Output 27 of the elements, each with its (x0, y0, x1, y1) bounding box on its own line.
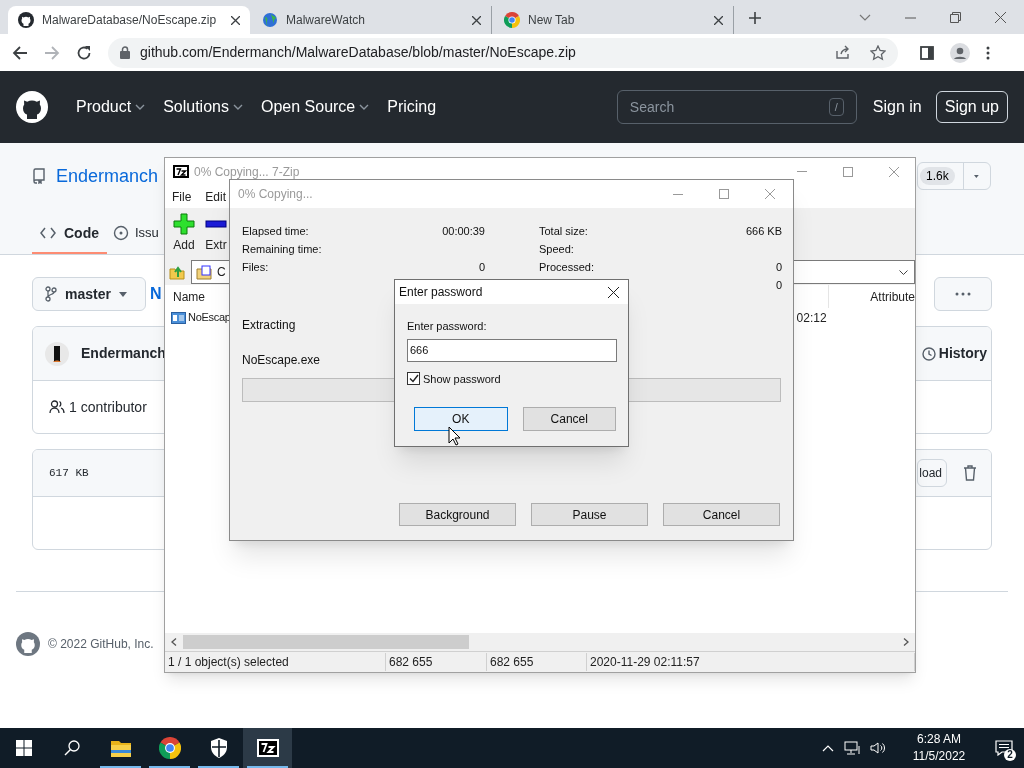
file-name: NoEscape.exe (242, 352, 321, 369)
stat-label: Speed: (539, 242, 574, 257)
stat-label: Processed: (539, 260, 595, 275)
dialog-title: Enter password (399, 284, 483, 301)
stat-label: Files: (242, 260, 269, 275)
file-size: 617 KB (49, 465, 89, 481)
stat-value: 0 (775, 260, 782, 275)
stat-label: Total size: (539, 224, 588, 239)
status-cell: 682 655 (386, 653, 487, 671)
status-cell: 682 655 (487, 653, 587, 671)
dialog-title: 0% Copying... (238, 186, 313, 203)
contributors-text: 1 contributor (69, 397, 147, 417)
stat-label: Remaining time: (242, 242, 322, 257)
field-label: Enter password: (407, 319, 488, 334)
stat-value: 00:00:39 (442, 224, 485, 239)
status-cell: 2020-11-29 02:11:57 (587, 653, 915, 671)
status-cell: 1 / 1 object(s) selected (165, 653, 386, 671)
copyright-text: © 2022 GitHub, Inc. (48, 636, 154, 653)
notification-count: 2 (1004, 749, 1016, 761)
operation-text: Extracting (242, 317, 296, 334)
window-title: 0% Copying... 7-Zip (194, 163, 300, 181)
shortcut-key: / (828, 97, 844, 117)
stat-value: 666 KB (745, 224, 782, 239)
stat-value: 0 (775, 278, 782, 293)
stat-value: 0 (478, 260, 485, 275)
star-counter: 1.6k (920, 167, 955, 185)
stat-label: Elapsed time: (242, 224, 309, 239)
